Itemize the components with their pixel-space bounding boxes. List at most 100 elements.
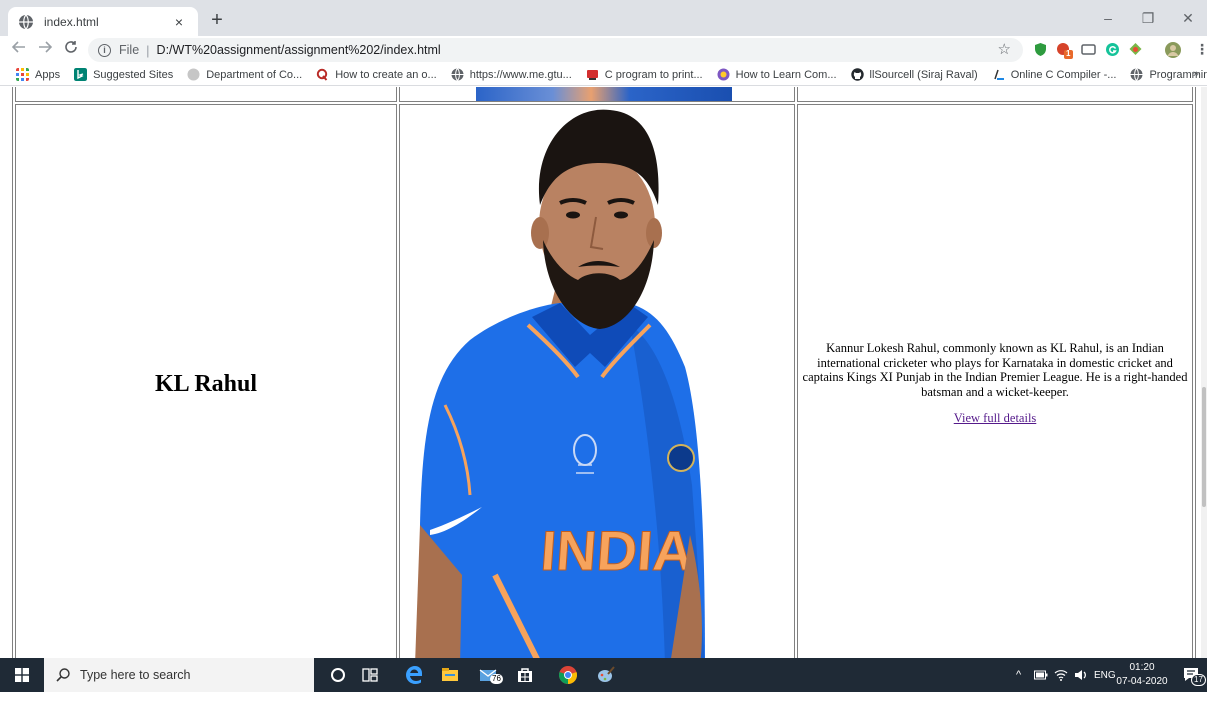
player-description-cell: Kannur Lokesh Rahul, commonly known as K… xyxy=(797,104,1193,658)
bookmark-c-program[interactable]: C program to print... xyxy=(586,68,703,81)
chevron-up-icon: ^ xyxy=(1016,669,1022,681)
tab-close-icon[interactable]: × xyxy=(170,14,188,30)
vertical-scrollbar[interactable] xyxy=(1201,87,1207,658)
edge-browser-icon[interactable] xyxy=(404,665,424,685)
file-explorer-icon[interactable] xyxy=(440,665,460,685)
bookmark-online-compiler[interactable]: Online C Compiler -... xyxy=(992,68,1117,81)
search-icon xyxy=(56,668,70,682)
globe-icon xyxy=(187,68,200,81)
table-row-kl-rahul: KL Rahul INDIA Kannur Lokesh Rahul, comm… xyxy=(15,104,1193,658)
previous-player-photo xyxy=(476,87,732,101)
search-placeholder: Type here to search xyxy=(80,668,191,682)
jersey-text: INDIA xyxy=(539,519,696,582)
players-table: KL Rahul INDIA Kannur Lokesh Rahul, comm… xyxy=(12,87,1196,658)
bing-icon xyxy=(74,68,88,81)
bookmark-department[interactable]: Department of Co... xyxy=(187,68,302,81)
clock-date: 07-04-2020 xyxy=(1116,676,1168,687)
url-scheme: File xyxy=(119,43,140,57)
clock-time: 01:20 xyxy=(1129,662,1155,673)
bookmark-suggested-sites[interactable]: Suggested Sites xyxy=(74,68,173,81)
tab-title: index.html xyxy=(44,14,99,29)
cortana-icon[interactable] xyxy=(328,665,348,685)
player-name: KL Rahul xyxy=(154,370,258,397)
bookmark-label: Suggested Sites xyxy=(93,68,174,81)
bookmark-label: Apps xyxy=(35,68,61,81)
github-icon xyxy=(850,68,864,81)
bookmarks-bar: Apps Suggested Sites Department of Co...… xyxy=(0,64,1207,86)
notification-center-button[interactable]: 17 xyxy=(1183,666,1206,686)
bookmark-label: Online C Compiler -... xyxy=(1010,68,1117,81)
taskbar-clock[interactable]: 01:20 07-04-2020 xyxy=(1112,661,1172,689)
shield-extension-icon[interactable] xyxy=(1033,42,1048,57)
volume-icon[interactable] xyxy=(1074,658,1088,692)
close-window-button[interactable]: ✕ xyxy=(1173,8,1203,28)
page-viewport: KL Rahul INDIA Kannur Lokesh Rahul, comm… xyxy=(0,87,1207,658)
chrome-icon[interactable] xyxy=(558,665,578,685)
browser-tab[interactable]: index.html × xyxy=(8,7,198,36)
book-icon xyxy=(586,70,598,80)
task-view-icon[interactable] xyxy=(360,665,380,685)
taskbar-search-box[interactable]: Type here to search xyxy=(44,658,314,692)
extension-badge-icon[interactable]: 1 xyxy=(1056,42,1073,59)
notification-count: 17 xyxy=(1191,674,1206,686)
prev-name-cell xyxy=(15,87,397,102)
info-icon[interactable]: i xyxy=(98,43,111,57)
back-button[interactable] xyxy=(8,39,30,61)
address-bar[interactable]: i File | D:/WT%20assignment/assignment%2… xyxy=(88,38,1023,62)
profile-avatar[interactable] xyxy=(1165,42,1181,58)
more-menu-icon[interactable]: ⋮ xyxy=(1195,41,1207,58)
forward-button[interactable] xyxy=(34,39,56,61)
bookmark-gtu[interactable]: https://www.me.gtu... xyxy=(451,68,572,81)
browser-toolbar: i File | D:/WT%20assignment/assignment%2… xyxy=(0,36,1207,64)
battery-icon[interactable] xyxy=(1034,658,1048,692)
bookmark-label: https://www.me.gtu... xyxy=(469,68,572,81)
bookmark-apps[interactable]: Apps xyxy=(16,68,60,81)
tab-strip: index.html × + – ❐ ✕ xyxy=(0,0,1207,36)
store-icon[interactable] xyxy=(515,665,535,685)
mail-app-icon[interactable]: 76 xyxy=(478,665,503,685)
table-row-previous xyxy=(15,87,1193,102)
bookmark-star-icon[interactable]: ☆ xyxy=(998,40,1011,58)
tray-overflow-button[interactable]: ^ xyxy=(1016,658,1021,692)
mail-badge: 76 xyxy=(490,674,503,684)
view-full-details-link[interactable]: View full details xyxy=(954,411,1037,426)
screen-bottom-edge xyxy=(0,692,1207,704)
colorful-extension-icon[interactable] xyxy=(1128,42,1143,57)
bookmark-learn-com[interactable]: How to Learn Com... xyxy=(717,68,837,81)
globe-icon xyxy=(451,68,464,81)
bookmark-label: C program to print... xyxy=(604,68,703,81)
restore-button[interactable]: ❐ xyxy=(1133,8,1163,28)
player-photo: INDIA xyxy=(415,109,705,658)
bookmark-label: llSourcell (Siraj Raval) xyxy=(869,68,978,81)
bookmark-label: Department of Co... xyxy=(206,68,303,81)
screen-capture-extension-icon[interactable] xyxy=(1081,42,1096,57)
start-button[interactable] xyxy=(0,658,44,692)
bookmark-label: How to Learn Com... xyxy=(735,68,837,81)
reload-button[interactable] xyxy=(60,39,82,61)
minimize-button[interactable]: – xyxy=(1093,8,1123,28)
bookmarks-overflow-button[interactable]: » xyxy=(1193,68,1199,80)
apps-grid-icon xyxy=(16,68,29,81)
url-text[interactable]: D:/WT%20assignment/assignment%202/index.… xyxy=(157,43,441,57)
windows-logo-icon xyxy=(15,668,29,682)
player-description: Kannur Lokesh Rahul, commonly known as K… xyxy=(802,341,1188,399)
paint-brush-app-icon[interactable] xyxy=(596,665,616,685)
prev-desc-cell xyxy=(797,87,1193,102)
arrow-right-icon xyxy=(39,41,53,53)
bookmark-quora[interactable]: How to create an o... xyxy=(316,68,437,81)
grammarly-extension-icon[interactable] xyxy=(1105,42,1120,57)
bookmark-label: How to create an o... xyxy=(335,68,437,81)
scrollbar-thumb[interactable] xyxy=(1202,387,1206,507)
bookmark-github[interactable]: llSourcell (Siraj Raval) xyxy=(850,68,978,81)
new-tab-button[interactable]: + xyxy=(206,9,228,31)
player-photo-cell: INDIA xyxy=(399,104,795,658)
quora-icon xyxy=(317,68,328,81)
prev-photo-cell xyxy=(399,87,795,102)
reload-icon xyxy=(65,41,77,53)
extension-badge-count: 1 xyxy=(1066,49,1071,58)
wifi-icon[interactable] xyxy=(1054,658,1068,692)
compiler-icon xyxy=(993,69,1004,80)
windows-taskbar: Type here to search 76 ^ ENG 01:20 07-04… xyxy=(0,658,1207,692)
globe-icon xyxy=(19,14,33,29)
wiki-icon xyxy=(717,68,730,81)
